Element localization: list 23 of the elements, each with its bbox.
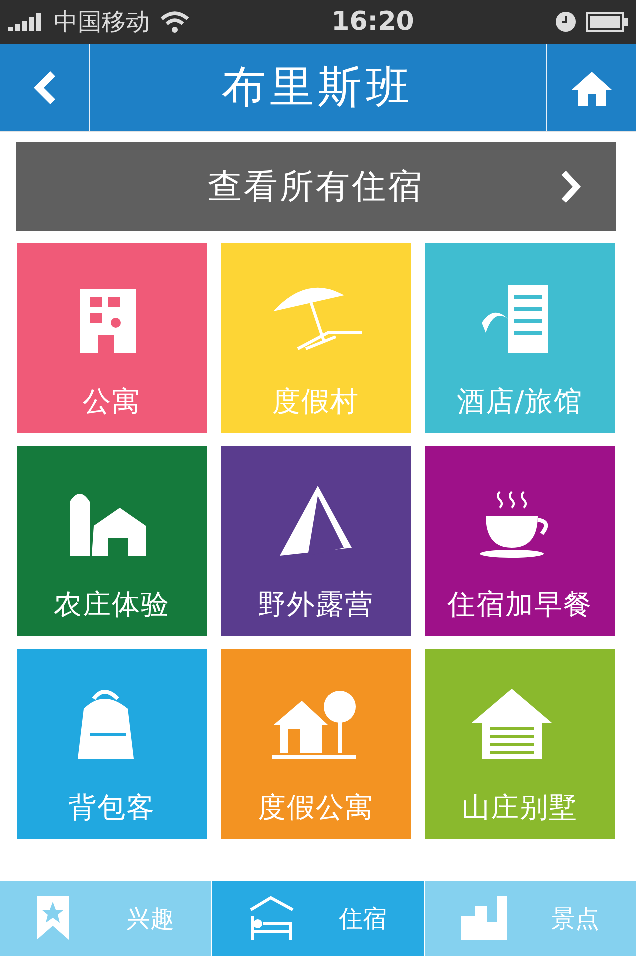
city-buildings-icon: [461, 896, 508, 942]
category-tile[interactable]: 酒店/旅馆: [425, 243, 615, 433]
category-tile[interactable]: 度假公寓: [221, 649, 411, 839]
chevron-right-icon: [560, 170, 582, 204]
page-title: 布里斯班: [222, 61, 414, 115]
view-all-banner[interactable]: 查看所有住宿: [16, 142, 616, 231]
category-tile[interactable]: 背包客: [17, 649, 207, 839]
category-tile[interactable]: 公寓: [17, 243, 207, 433]
category-tile[interactable]: 农庄体验: [17, 446, 207, 636]
category-tile[interactable]: 野外露营: [221, 446, 411, 636]
clock-time: 16:20: [332, 7, 414, 37]
tab-bar-item[interactable]: 住宿: [211, 881, 424, 956]
home-icon: [572, 70, 612, 106]
chevron-left-icon: [32, 70, 56, 106]
wifi-icon: [160, 11, 190, 33]
bed-icon: [248, 896, 295, 942]
signal-icon: [8, 13, 44, 31]
category-tile[interactable]: 山庄别墅: [425, 649, 615, 839]
battery-icon: [586, 12, 628, 32]
category-tile[interactable]: 度假村: [221, 243, 411, 433]
alarm-clock-icon: [556, 12, 576, 32]
carrier-name: 中国移动: [54, 7, 150, 38]
category-tile[interactable]: 住宿加早餐: [425, 446, 615, 636]
